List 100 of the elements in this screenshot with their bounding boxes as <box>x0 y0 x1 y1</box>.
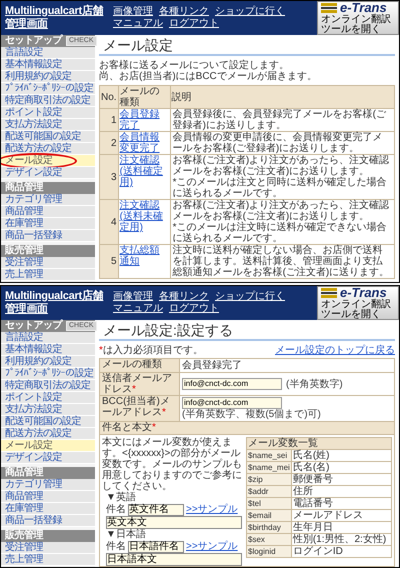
variable-description: 電話番号 <box>291 498 392 510</box>
sidebar-item[interactable]: 商品管理 <box>1 206 95 218</box>
nav-link[interactable]: マニュアル <box>113 18 163 30</box>
variable-name: $loginid <box>246 546 292 558</box>
row-number: 1 <box>100 108 118 132</box>
email-field[interactable]: info@cnct-dc.com <box>182 397 282 409</box>
variable-description: 性別(1:男性、2:女性) <box>291 534 392 546</box>
sidebar-item[interactable]: ﾌﾟﾗｲﾊﾞｼｰﾎﾟﾘｼｰの設定 <box>1 368 95 380</box>
required-note: は入力必須項目です。 <box>102 345 203 356</box>
logo-text: e-Trans <box>340 1 387 15</box>
mail-type-link[interactable]: 会員情報変更完了 <box>120 132 169 154</box>
sidebar-item[interactable]: 利用規約の設定 <box>1 356 95 368</box>
body-note: 本文にはメール変数が使えます。<{xxxxxx}>の部分がメール変数です。メールのサンプルも用意しておりますのでご参考にしてください。 <box>102 437 242 492</box>
column-header: 説明 <box>170 86 394 108</box>
variables-title: メール変数一覧 <box>246 438 392 450</box>
sidebar-item[interactable]: カテゴリ管理 <box>1 479 95 491</box>
sidebar-item[interactable]: 在庫管理 <box>1 218 95 230</box>
description-text: 会員情報の変更申請後に、会員情報変更完了メールをお客様(ご登録者)にお送りします。 <box>172 132 384 154</box>
sidebar-item[interactable]: カテゴリ管理 <box>1 194 95 206</box>
sidebar-item[interactable]: 基本情報設定 <box>1 59 95 71</box>
sample-link[interactable]: >>サンプル <box>186 541 238 552</box>
variable-description: 住所 <box>291 486 392 498</box>
sidebar-item[interactable]: ポイント設定 <box>1 107 95 119</box>
translate-tool-link[interactable]: オンライン翻訳ツールを開く <box>321 300 395 320</box>
sidebar-item[interactable]: ポイント設定 <box>1 392 95 404</box>
message-body-field[interactable]: 日本語本文 <box>106 553 242 566</box>
section-title: 商品管理 <box>5 467 43 479</box>
sidebar-item[interactable]: 商品一括登録 <box>1 515 95 527</box>
variable-name: $email <box>246 510 292 522</box>
intro-text: お客様に送るメールについて設定します。 <box>99 60 290 71</box>
section-title: 販売管理 <box>5 530 43 542</box>
subject-field[interactable]: 英文件名 <box>128 504 184 516</box>
nav-link[interactable]: 画像管理 <box>113 291 153 303</box>
sidebar-item[interactable]: 支払方法設定 <box>1 404 95 416</box>
variable-name: $zip <box>246 474 292 486</box>
nav-link[interactable]: 画像管理 <box>113 6 153 18</box>
sidebar-item[interactable]: 特定商取引法の設定 <box>1 95 95 107</box>
translate-tool-link[interactable]: オンライン翻訳ツールを開く <box>321 15 395 35</box>
sidebar-item[interactable]: 在庫管理 <box>1 503 95 515</box>
variable-description: ログインID <box>291 546 392 558</box>
nav-link[interactable]: ショップに行く <box>215 291 285 303</box>
sidebar-item[interactable]: 支払方法設定 <box>1 119 95 131</box>
description-text: *このメールは注文と同時に送料が確定した場合に送られるメールです。 <box>172 177 388 199</box>
language-heading: ▼日本語 <box>106 529 147 540</box>
sidebar-item[interactable]: メール設定 <box>1 155 95 167</box>
back-link[interactable]: メール設定のトップに戻る <box>275 345 395 356</box>
sidebar-item[interactable]: 受注管理 <box>1 542 95 554</box>
nav-link[interactable]: 各種リンク <box>159 291 209 303</box>
sidebar-item[interactable]: 配送可能国の設定 <box>1 131 95 143</box>
row-number: 5 <box>100 244 118 278</box>
variable-name: $birthday <box>246 522 292 534</box>
sidebar-item[interactable]: デザイン設定 <box>1 452 95 464</box>
description-text: お客様(ご注文者)より注文があったら、注文確認メールをお客様(ご注文者)にお送りします。 <box>172 155 390 177</box>
row-number: 4 <box>100 200 118 244</box>
intro-text: 尚、お店(担当者)にはBCCでメールが届きます。 <box>99 71 318 82</box>
message-body-field[interactable]: 英文本文 <box>106 516 242 529</box>
sidebar-item[interactable]: 利用規約の設定 <box>1 71 95 83</box>
variable-name: $sex <box>246 534 292 546</box>
sidebar-item[interactable]: 売上管理 <box>1 269 95 281</box>
sample-link[interactable]: >>サンプル <box>186 504 238 515</box>
variable-name: $tel <box>246 498 292 510</box>
field-label: 送信者メールアドレス* <box>100 373 180 395</box>
sidebar-item[interactable]: 商品管理 <box>1 491 95 503</box>
sidebar-item[interactable]: デザイン設定 <box>1 167 95 179</box>
sidebar-item[interactable]: 特定商取引法の設定 <box>1 380 95 392</box>
logo-mark-icon <box>321 288 337 298</box>
sidebar-item[interactable]: 売上管理 <box>1 554 95 566</box>
row-number: 3 <box>100 154 118 200</box>
input-hint: (半角英数字) <box>286 378 343 390</box>
variable-name: $addr <box>246 486 292 498</box>
sidebar-item[interactable]: 配送方法の設定 <box>1 428 95 440</box>
required-mark: * <box>152 422 156 433</box>
sidebar-item[interactable]: 商品一括登録 <box>1 230 95 242</box>
nav-link[interactable]: ショップに行く <box>215 6 285 18</box>
required-mark: * <box>99 345 103 356</box>
email-field[interactable]: info@cnct-dc.com <box>182 378 282 390</box>
app-title: Multilingualcart店舗管理画面 <box>5 290 104 316</box>
sidebar-item[interactable]: 配送可能国の設定 <box>1 416 95 428</box>
sidebar-item[interactable]: 配送方法の設定 <box>1 143 95 155</box>
description-text: 注文時に送料が確定しない場合、お店側で送料を計算します。送料計算後、管理画面より支払総額通知メールをお客様(ご注文者)に送ります。 <box>172 245 390 278</box>
section-title: 販売管理 <box>5 245 43 256</box>
description-text: 会員登録後に、会員登録完了メールをお客様(ご登録者)にお送りします。 <box>172 109 387 131</box>
mail-type-link[interactable]: 会員登録完了 <box>120 109 169 131</box>
sidebar-item[interactable]: 言語設定 <box>1 332 95 344</box>
sidebar-item[interactable]: 基本情報設定 <box>1 344 95 356</box>
section-title: セットアップ <box>5 35 62 46</box>
nav-link[interactable]: マニュアル <box>113 303 163 315</box>
subject-field[interactable]: 日本語件名 <box>128 540 184 552</box>
field-label: メールの種類 <box>100 359 180 372</box>
nav-link[interactable]: ログアウト <box>169 18 219 30</box>
sidebar-item[interactable]: ﾌﾟﾗｲﾊﾞｼｰﾎﾟﾘｼｰの設定 <box>1 83 95 95</box>
logo-mark-icon <box>321 3 337 13</box>
variable-description: 氏名(名) <box>291 462 392 474</box>
sidebar-item[interactable]: メール設定 <box>1 440 95 452</box>
nav-link[interactable]: 各種リンク <box>159 6 209 18</box>
sidebar-item[interactable]: 言語設定 <box>1 47 95 59</box>
variable-description: 郵便番号 <box>291 474 392 486</box>
section-title: セットアップ <box>5 320 62 332</box>
nav-link[interactable]: ログアウト <box>169 303 219 315</box>
sidebar-item[interactable]: 受注管理 <box>1 257 95 269</box>
